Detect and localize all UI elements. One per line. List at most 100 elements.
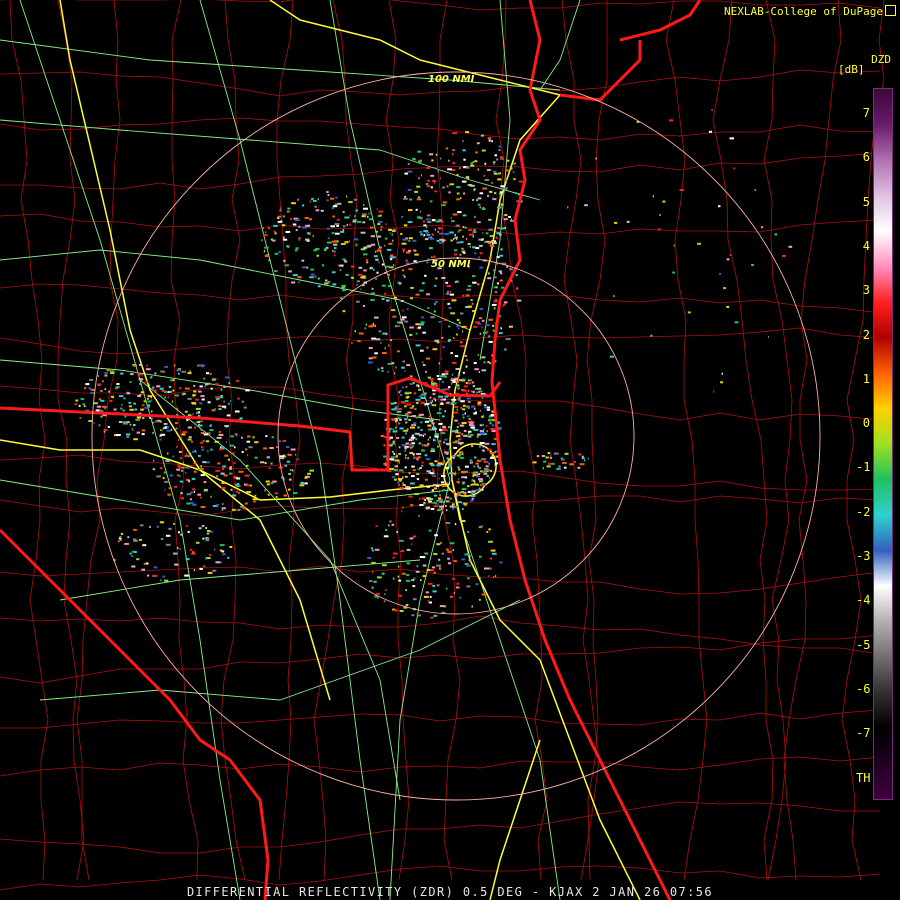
echo-pixel xyxy=(462,404,466,407)
echo-pixel xyxy=(441,511,443,514)
echo-pixel xyxy=(491,454,494,456)
echo-pixel xyxy=(333,247,337,250)
echo-pixel xyxy=(348,240,350,243)
echo-pixel xyxy=(425,370,427,373)
echo-pixel xyxy=(393,453,396,455)
echo-pixel xyxy=(392,230,396,233)
echo-pixel xyxy=(430,508,435,510)
echo-pixel xyxy=(448,448,451,451)
echo-pixel xyxy=(192,394,196,397)
echo-pixel xyxy=(186,525,188,528)
echo-pixel xyxy=(436,412,442,415)
echo-pixel xyxy=(429,436,431,439)
echo-pixel xyxy=(279,455,285,458)
echo-pixel xyxy=(426,261,429,264)
echo-pixel xyxy=(207,571,213,574)
echo-pixel xyxy=(326,227,330,230)
echo-pixel xyxy=(203,377,206,380)
echo-pixel xyxy=(180,497,184,500)
echo-pixel xyxy=(441,475,446,477)
echo-pixel xyxy=(273,230,276,233)
echo-pixel xyxy=(80,398,85,401)
echo-pixel xyxy=(294,453,297,456)
echo-pixel xyxy=(209,424,212,427)
external-link-icon[interactable] xyxy=(885,5,896,16)
echo-pixel xyxy=(405,579,411,582)
echo-pixel xyxy=(110,395,114,398)
echo-pixel xyxy=(448,159,450,162)
echo-pixel xyxy=(182,461,185,464)
echo-pixel xyxy=(373,255,378,258)
echo-pixel xyxy=(174,394,180,397)
echo-pixel xyxy=(761,226,763,229)
echo-pixel xyxy=(456,325,459,328)
echo-pixel xyxy=(198,390,202,393)
echo-pixel xyxy=(152,431,154,434)
echo-pixel xyxy=(290,218,292,221)
echo-pixel xyxy=(430,616,434,619)
echo-pixel xyxy=(441,336,444,339)
radar-map[interactable]: 100 NMI 50 NMI xyxy=(0,0,900,900)
echo-pixel xyxy=(297,276,302,279)
echo-pixel xyxy=(427,179,430,182)
echo-pixel xyxy=(370,243,376,246)
echo-pixel xyxy=(336,224,339,227)
echo-pixel xyxy=(386,333,388,336)
echo-pixel xyxy=(404,320,408,323)
echo-pixel xyxy=(444,451,449,454)
echo-pixel xyxy=(368,347,373,349)
echo-pixel xyxy=(444,438,448,441)
echo-pixel xyxy=(207,401,211,404)
echo-pixel xyxy=(292,274,298,277)
echo-pixel xyxy=(444,395,449,398)
echo-pixel xyxy=(456,192,460,195)
echo-pixel xyxy=(478,598,481,601)
echo-pixel xyxy=(499,193,501,196)
echo-pixel xyxy=(652,195,654,198)
echo-pixel xyxy=(434,301,438,303)
echo-pixel xyxy=(166,534,171,537)
echo-pixel xyxy=(221,405,227,408)
echo-pixel xyxy=(444,370,449,373)
echo-pixel xyxy=(726,305,730,308)
echo-pixel xyxy=(312,235,314,238)
echo-pixel xyxy=(400,550,405,553)
echo-pixel xyxy=(404,370,406,373)
echo-pixel xyxy=(204,385,207,388)
echo-pixel xyxy=(476,435,479,438)
echo-pixel xyxy=(189,452,192,455)
echo-pixel xyxy=(371,292,375,295)
echo-pixel xyxy=(431,404,437,407)
echo-pixel xyxy=(384,461,386,464)
echo-pixel xyxy=(458,478,460,481)
echo-pixel xyxy=(438,558,441,561)
echo-pixel xyxy=(441,552,444,555)
echo-pixel xyxy=(315,209,320,212)
echo-pixel xyxy=(394,465,398,468)
echo-pixel xyxy=(173,522,175,525)
echo-pixel xyxy=(288,473,291,475)
echo-pixel xyxy=(175,552,177,555)
echo-pixel xyxy=(223,474,228,477)
echo-pixel xyxy=(229,400,232,402)
echo-pixel xyxy=(412,452,415,455)
echo-pixel xyxy=(211,378,216,381)
echo-pixel xyxy=(438,362,440,365)
echo-pixel xyxy=(499,279,503,282)
echo-pixel xyxy=(473,362,477,364)
echo-pixel xyxy=(464,563,469,565)
echo-pixel xyxy=(479,442,485,444)
echo-pixel xyxy=(394,459,400,462)
echo-pixel xyxy=(252,436,255,439)
echo-pixel xyxy=(422,434,424,437)
echo-pixel xyxy=(294,219,300,221)
echo-pixel xyxy=(118,540,120,543)
echo-pixel xyxy=(494,192,497,195)
echo-pixel xyxy=(410,482,415,485)
echo-pixel xyxy=(317,277,320,280)
echo-pixel xyxy=(405,604,409,607)
echo-pixel xyxy=(210,387,213,390)
echo-pixel xyxy=(332,283,337,286)
echo-pixel xyxy=(418,160,422,163)
echo-pixel xyxy=(515,274,518,277)
